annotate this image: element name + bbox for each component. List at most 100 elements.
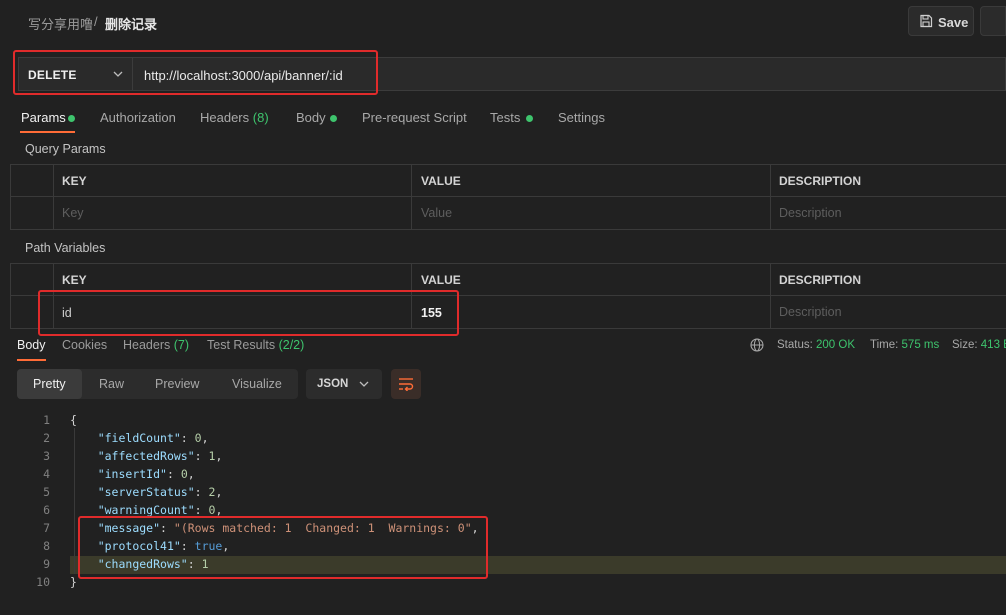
json-close-brace: } (70, 575, 77, 589)
path-table-col-line (53, 263, 54, 328)
json-open-brace: { (70, 413, 77, 427)
response-tab-headers-count: (7) (173, 338, 190, 352)
query-value-input[interactable]: Value (421, 206, 452, 220)
code-line[interactable]: "changedRows": 1 (70, 557, 209, 571)
time-label: Time: (870, 339, 899, 351)
tab-headers[interactable]: Headers (8) (200, 110, 269, 125)
view-mode-pretty[interactable]: Pretty (33, 377, 66, 391)
path-table-col-line (10, 263, 11, 328)
query-table-bottom-border (10, 229, 1006, 230)
path-table-top-border (10, 263, 1006, 264)
line-number: 9 (43, 557, 50, 571)
chevron-down-icon (113, 71, 123, 77)
code-line[interactable]: } (70, 575, 77, 589)
line-number: 3 (43, 449, 50, 463)
response-tab-test-results-label: Test Results (207, 338, 276, 352)
time-value: 575 ms (901, 339, 940, 351)
save-icon (920, 14, 933, 28)
save-button[interactable]: Save (908, 6, 974, 36)
format-label: JSON (317, 378, 349, 390)
query-params-title: Query Params (25, 142, 106, 156)
breadcrumb-collection[interactable]: 写分享用噜 (28, 14, 93, 33)
query-table-top-border (10, 164, 1006, 165)
query-col-value: VALUE (421, 174, 461, 188)
tab-headers-label: Headers (200, 110, 250, 125)
json-value-protocol41: true (194, 539, 223, 553)
query-description-input[interactable]: Description (779, 206, 842, 220)
query-table-col-line (411, 164, 412, 229)
tab-authorization[interactable]: Authorization (100, 110, 176, 125)
path-table-col-line (411, 263, 412, 328)
globe-icon[interactable] (750, 338, 764, 352)
json-value-insertId: 0 (180, 467, 188, 481)
view-mode-visualize[interactable]: Visualize (232, 377, 282, 391)
wrap-lines-button[interactable] (391, 369, 421, 399)
json-key: "affectedRows" (97, 449, 195, 463)
current-line-highlight (70, 556, 1006, 574)
tab-pre-request-script[interactable]: Pre-request Script (362, 110, 467, 125)
path-col-description: DESCRIPTION (779, 273, 862, 287)
response-tab-cookies[interactable]: Cookies (62, 338, 107, 352)
json-key: "serverStatus" (97, 485, 195, 499)
save-label: Save (938, 15, 969, 30)
query-table-row-border (10, 196, 1006, 197)
query-table-col-line (53, 164, 54, 229)
tab-body[interactable]: Body (296, 110, 326, 125)
code-line[interactable]: "message": "(Rows matched: 1 Changed: 1 … (70, 521, 479, 535)
query-col-description: DESCRIPTION (779, 174, 862, 188)
query-table-col-line (10, 164, 11, 229)
line-number: 8 (43, 539, 50, 553)
status-readout[interactable]: Status: 200 OK (777, 339, 855, 351)
tab-body-dot (330, 115, 337, 122)
breadcrumb-request-name[interactable]: 删除记录 (105, 14, 157, 33)
response-tab-body[interactable]: Body (17, 338, 46, 352)
tab-settings[interactable]: Settings (558, 110, 605, 125)
response-tab-headers[interactable]: Headers (7) (123, 338, 189, 352)
line-number: 5 (43, 485, 50, 499)
json-key: "message" (97, 521, 161, 535)
json-key: "fieldCount" (97, 431, 181, 445)
line-number: 1 (43, 413, 50, 427)
query-table-col-line (770, 164, 771, 229)
code-line[interactable]: "serverStatus": 2, (70, 485, 223, 499)
save-options-button[interactable] (980, 6, 1006, 36)
json-value-affectedRows: 1 (208, 449, 216, 463)
line-number: 2 (43, 431, 50, 445)
url-input[interactable]: http://localhost:3000/api/banner/:id (132, 57, 1006, 91)
time-readout[interactable]: Time: 575 ms (870, 339, 939, 351)
code-line[interactable]: { (70, 413, 77, 427)
path-table-bottom-border (10, 328, 1006, 329)
tab-params[interactable]: Params (21, 110, 66, 125)
size-value: 413 B (980, 339, 1006, 351)
path-variable-description[interactable]: Description (779, 305, 842, 319)
tab-tests-dot (526, 115, 533, 122)
json-value-message: "(Rows matched: 1 Changed: 1 Warnings: 0… (173, 521, 472, 535)
line-number: 7 (43, 521, 50, 535)
path-variable-key[interactable]: id (62, 306, 72, 320)
code-line[interactable]: "affectedRows": 1, (70, 449, 223, 463)
code-line[interactable]: "protocol41": true, (70, 539, 230, 553)
response-tab-headers-label: Headers (123, 338, 171, 352)
json-value-changedRows: 1 (201, 557, 209, 571)
size-readout[interactable]: Size: 413 B (952, 339, 1006, 351)
json-message-text: (Rows matched: 1 Changed: 1 Warnings: 0 (180, 521, 465, 535)
line-number: 4 (43, 467, 50, 481)
path-variable-value[interactable]: 155 (421, 306, 442, 320)
wrap-lines-icon (399, 378, 414, 391)
size-label: Size: (952, 339, 978, 351)
status-value: 200 OK (816, 339, 856, 351)
code-line[interactable]: "insertId": 0, (70, 467, 195, 481)
code-line[interactable]: "fieldCount": 0, (70, 431, 209, 445)
tab-tests[interactable]: Tests (490, 110, 520, 125)
method-select[interactable]: DELETE (18, 57, 132, 91)
response-tab-test-results[interactable]: Test Results (2/2) (207, 338, 304, 352)
code-line[interactable]: "warningCount": 0, (70, 503, 223, 517)
tab-params-dot (68, 115, 75, 122)
format-select[interactable]: JSON (306, 369, 382, 399)
json-key: "protocol41" (97, 539, 181, 553)
query-key-input[interactable]: Key (62, 206, 84, 220)
line-number: 6 (43, 503, 50, 517)
view-mode-preview[interactable]: Preview (155, 377, 199, 391)
breadcrumb-separator: / (94, 14, 98, 29)
view-mode-raw[interactable]: Raw (99, 377, 124, 391)
